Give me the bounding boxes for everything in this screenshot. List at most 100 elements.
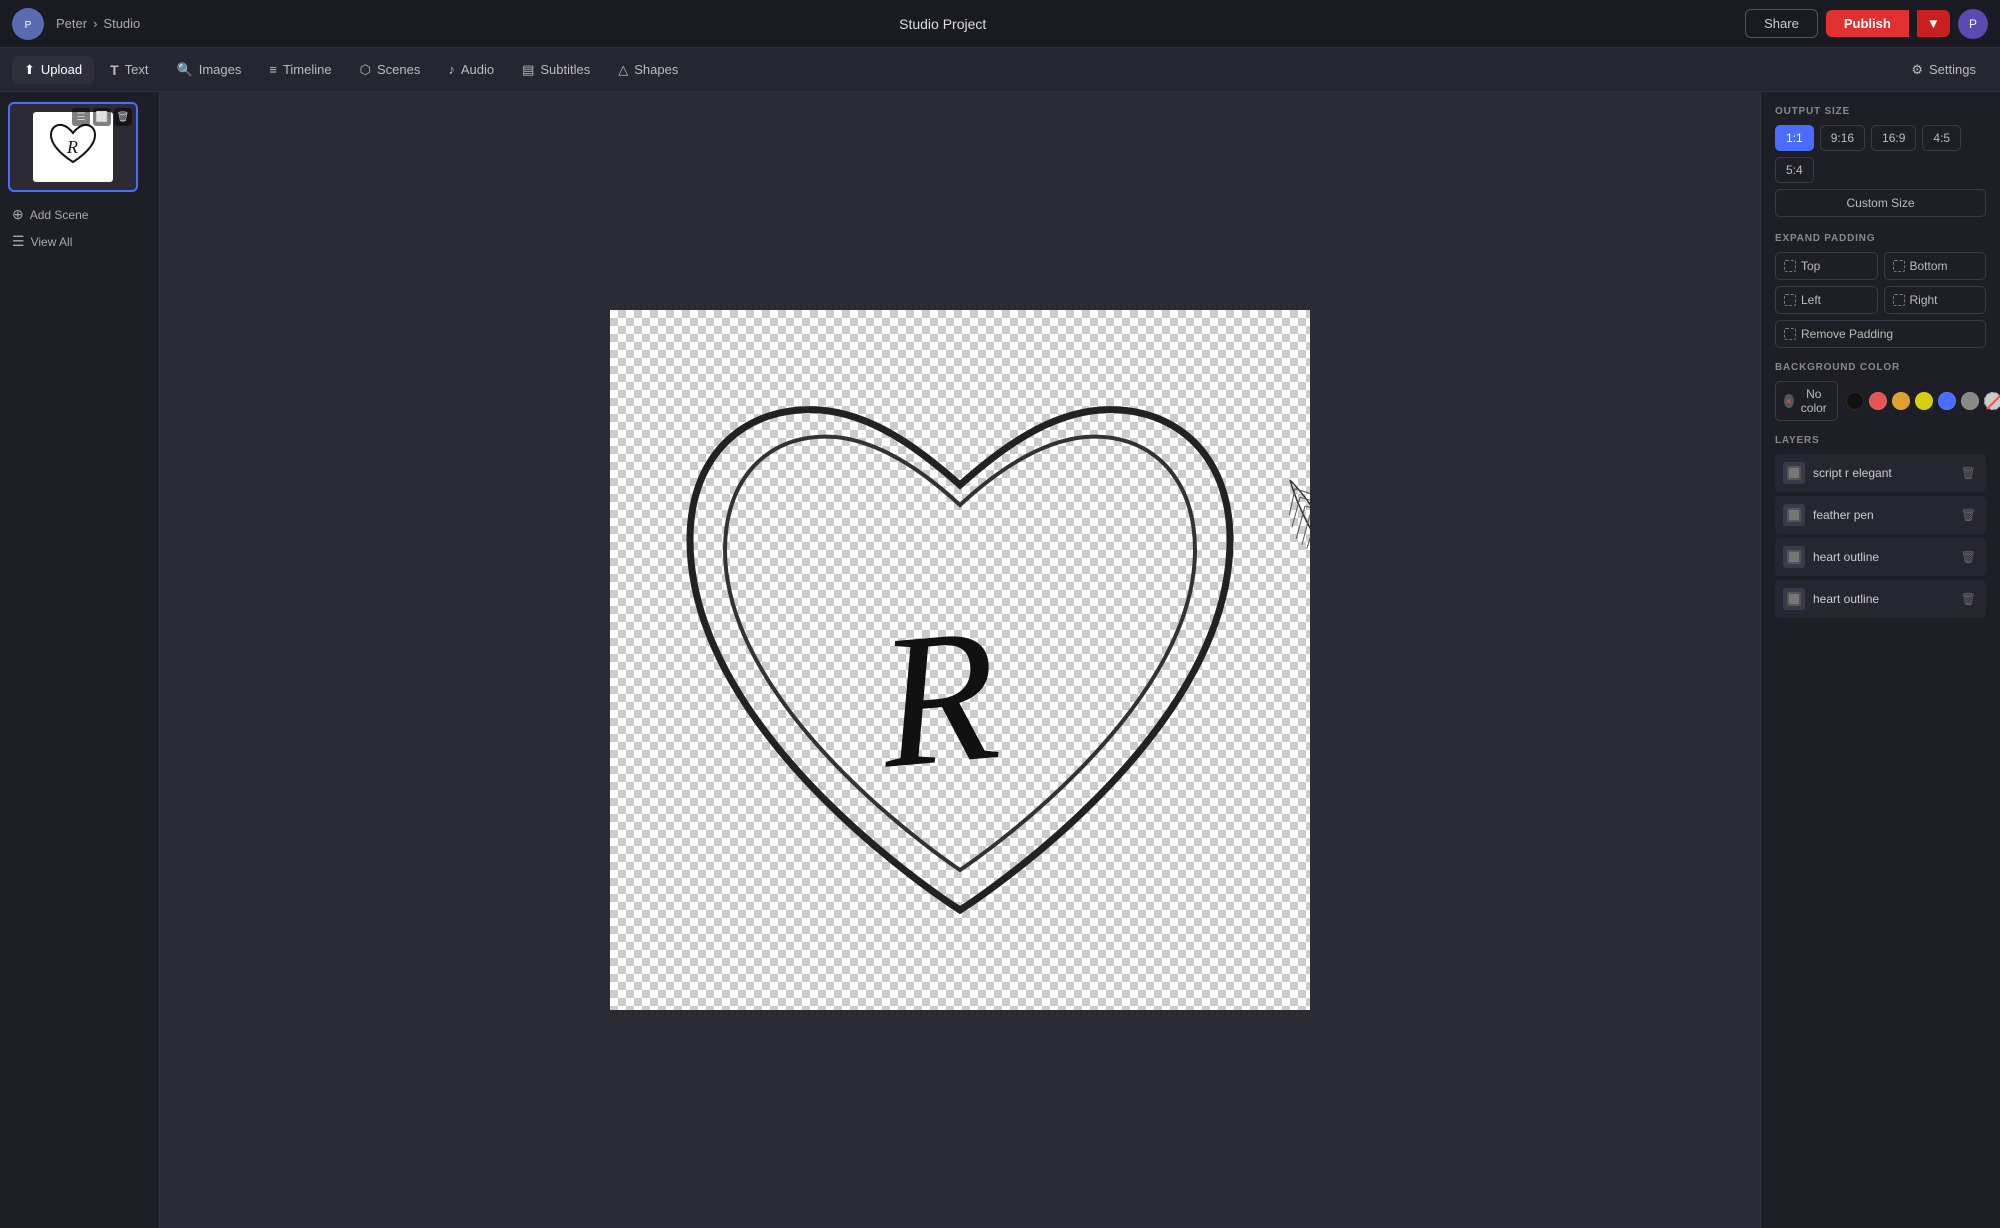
scene-delete-icon[interactable]: 🗑 xyxy=(114,108,132,126)
text-label: Text xyxy=(125,62,149,77)
scene-thumbnail[interactable]: ☰ ⬜ 🗑 R xyxy=(8,102,138,192)
scene-duplicate-icon[interactable]: ⬜ xyxy=(93,108,111,126)
add-scene-label: Add Scene xyxy=(30,208,89,222)
layer-delete-icon[interactable]: 🗑 xyxy=(1959,464,1978,482)
color-swatch-6[interactable] xyxy=(1984,392,2000,410)
layers-section-label: LAYERS xyxy=(1775,435,1986,446)
color-swatch-4[interactable] xyxy=(1938,392,1956,410)
upload-icon: ⬆ xyxy=(24,62,35,78)
top-navigation: P Peter › Studio Studio Project Share Pu… xyxy=(0,0,2000,48)
size-btn-5-4[interactable]: 5:4 xyxy=(1775,157,1814,183)
color-swatch-3[interactable] xyxy=(1915,392,1933,410)
shapes-label: Shapes xyxy=(634,62,678,77)
svg-text:R: R xyxy=(870,589,1006,808)
shapes-button[interactable]: △ Shapes xyxy=(606,56,690,84)
layer-item-2[interactable]: heart outline 🗑 xyxy=(1775,538,1986,576)
no-color-button[interactable]: ✕ No color xyxy=(1775,381,1838,421)
breadcrumb-separator: › xyxy=(93,16,97,31)
color-swatch-0[interactable] xyxy=(1846,392,1864,410)
remove-padding-label: Remove Padding xyxy=(1801,327,1893,341)
main-area: ☰ ⬜ 🗑 R ⊕ Add Scene ☰ View All xyxy=(0,92,2000,1228)
subtitles-icon: ▤ xyxy=(522,62,534,78)
svg-text:P: P xyxy=(25,20,32,31)
size-btn-1-1[interactable]: 1:1 xyxy=(1775,125,1814,151)
padding-left-icon xyxy=(1784,294,1796,306)
layer-delete-icon[interactable]: 🗑 xyxy=(1959,548,1978,566)
size-btn-4-5[interactable]: 4:5 xyxy=(1922,125,1961,151)
settings-label: Settings xyxy=(1929,62,1976,77)
audio-icon: ♪ xyxy=(448,62,455,77)
layer-delete-icon[interactable]: 🗑 xyxy=(1959,506,1978,524)
left-panel: ☰ ⬜ 🗑 R ⊕ Add Scene ☰ View All xyxy=(0,92,160,1228)
color-swatch-2[interactable] xyxy=(1892,392,1910,410)
view-all-button[interactable]: ☰ View All xyxy=(8,231,151,252)
canvas[interactable]: R xyxy=(610,310,1310,1010)
padding-grid: Top Bottom Left Right xyxy=(1775,252,1986,314)
layer-thumbnail xyxy=(1783,588,1805,610)
publish-arrow-button[interactable]: ▼ xyxy=(1917,10,1950,37)
layer-item-3[interactable]: heart outline 🗑 xyxy=(1775,580,1986,618)
settings-button[interactable]: ⚙ Settings xyxy=(1899,56,1988,84)
subtitles-label: Subtitles xyxy=(540,62,590,77)
padding-left-label: Left xyxy=(1801,293,1821,307)
upload-button[interactable]: ⬆ Upload xyxy=(12,56,94,84)
scenes-button[interactable]: ⬡ Scenes xyxy=(348,56,433,84)
avatar-button[interactable]: P xyxy=(1958,9,1988,39)
add-scene-button[interactable]: ⊕ Add Scene xyxy=(8,204,151,225)
scene-menu-icon[interactable]: ☰ xyxy=(72,108,90,126)
color-swatch-1[interactable] xyxy=(1869,392,1887,410)
breadcrumb-user[interactable]: Peter xyxy=(56,16,87,31)
layer-thumbnail xyxy=(1783,462,1805,484)
text-button[interactable]: T Text xyxy=(98,56,160,84)
size-btn-9-16[interactable]: 9:16 xyxy=(1820,125,1865,151)
layer-delete-icon[interactable]: 🗑 xyxy=(1959,590,1978,608)
remove-padding-button[interactable]: Remove Padding xyxy=(1775,320,1986,348)
layers-list: script r elegant 🗑 feather pen 🗑 heart o… xyxy=(1775,454,1986,618)
scenes-label: Scenes xyxy=(377,62,420,77)
text-icon: T xyxy=(110,62,119,78)
images-button[interactable]: 🔍 Images xyxy=(165,56,254,84)
topnav-actions: Share Publish ▼ P xyxy=(1745,9,1988,39)
add-scene-icon: ⊕ xyxy=(12,206,24,223)
canvas-area: R xyxy=(160,92,1760,1228)
custom-size-button[interactable]: Custom Size xyxy=(1775,189,1986,217)
scenes-icon: ⬡ xyxy=(360,62,371,78)
expand-padding-section-label: EXPAND PADDING xyxy=(1775,233,1986,244)
timeline-icon: ≡ xyxy=(269,62,277,77)
layer-name: heart outline xyxy=(1813,550,1951,564)
padding-top-icon xyxy=(1784,260,1796,272)
padding-top-button[interactable]: Top xyxy=(1775,252,1878,280)
layer-item-0[interactable]: script r elegant 🗑 xyxy=(1775,454,1986,492)
timeline-button[interactable]: ≡ Timeline xyxy=(257,56,343,83)
layer-thumbnail xyxy=(1783,504,1805,526)
layer-item-1[interactable]: feather pen 🗑 xyxy=(1775,496,1986,534)
background-color-section-label: BACKGROUND COLOR xyxy=(1775,362,1986,373)
color-swatch-5[interactable] xyxy=(1961,392,1979,410)
layer-name: feather pen xyxy=(1813,508,1951,522)
no-color-icon: ✕ xyxy=(1784,394,1794,408)
padding-bottom-button[interactable]: Bottom xyxy=(1884,252,1987,280)
canvas-svg: R xyxy=(610,310,1310,1010)
output-size-section-label: OUTPUT SIZE xyxy=(1775,106,1986,117)
size-btn-16-9[interactable]: 16:9 xyxy=(1871,125,1916,151)
padding-bottom-label: Bottom xyxy=(1910,259,1948,273)
subtitles-button[interactable]: ▤ Subtitles xyxy=(510,56,602,84)
view-all-icon: ☰ xyxy=(12,233,25,250)
breadcrumb-section: Studio xyxy=(103,16,140,31)
breadcrumb: Peter › Studio xyxy=(56,16,140,31)
no-color-label: No color xyxy=(1799,387,1829,415)
svg-text:R: R xyxy=(66,137,78,157)
padding-right-button[interactable]: Right xyxy=(1884,286,1987,314)
timeline-label: Timeline xyxy=(283,62,332,77)
scene-thumb-actions: ☰ ⬜ 🗑 xyxy=(72,108,132,126)
publish-button[interactable]: Publish xyxy=(1826,10,1909,37)
share-button[interactable]: Share xyxy=(1745,9,1818,38)
audio-button[interactable]: ♪ Audio xyxy=(436,56,506,83)
images-label: Images xyxy=(199,62,242,77)
padding-left-button[interactable]: Left xyxy=(1775,286,1878,314)
logo: P xyxy=(12,8,44,40)
layer-name: script r elegant xyxy=(1813,466,1951,480)
view-all-label: View All xyxy=(31,235,73,249)
upload-label: Upload xyxy=(41,62,82,77)
size-buttons: 1:19:1616:94:5 5:4 xyxy=(1775,125,1986,183)
